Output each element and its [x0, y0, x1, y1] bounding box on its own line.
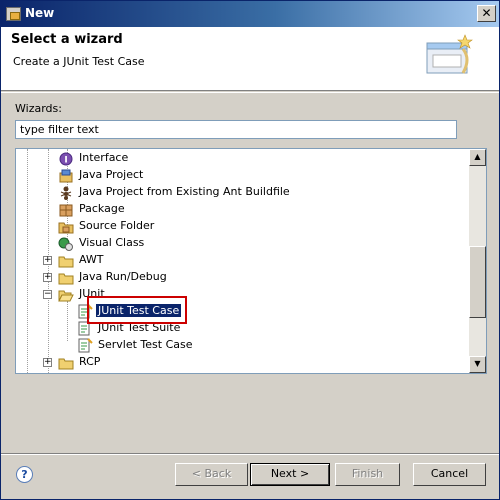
- tree-item-label: Servlet Test Case: [98, 338, 193, 351]
- java-project-icon: [59, 169, 73, 183]
- expand-icon[interactable]: +: [43, 358, 52, 367]
- tree-item-junit[interactable]: − JUnit: [16, 286, 468, 303]
- filter-input[interactable]: [15, 120, 457, 139]
- window-icon: [6, 7, 21, 21]
- tree-item-junit-test-case[interactable]: JUnit Test Case: [16, 303, 468, 320]
- expand-icon[interactable]: +: [43, 273, 52, 282]
- page-title: Select a wizard: [11, 32, 123, 47]
- tree-item-label: Package: [79, 202, 125, 215]
- tree-item-label: Interface: [79, 151, 129, 164]
- folder-icon: [58, 358, 74, 370]
- header-divider: [1, 92, 499, 93]
- vertical-scrollbar[interactable]: ▲ ▼: [469, 149, 486, 373]
- tree-item-java-project[interactable]: Java Project: [16, 167, 468, 184]
- svg-text:I: I: [64, 156, 67, 166]
- folder-icon: [58, 273, 74, 285]
- close-button[interactable]: ✕: [477, 5, 496, 22]
- footer-divider: [1, 453, 499, 455]
- tree-item-visual-class[interactable]: Visual Class: [16, 235, 468, 252]
- wizards-label: Wizards:: [15, 102, 62, 115]
- tree-item-label: Java Project from Existing Ant Buildfile: [79, 185, 290, 198]
- new-wizard-dialog: New ✕ Select a wizard Create a JUnit Tes…: [0, 0, 500, 500]
- selection-highlight-box: [87, 296, 187, 324]
- tree-item-junit-test-suite[interactable]: JUnit Test Suite: [16, 320, 468, 337]
- help-icon[interactable]: ?: [16, 466, 33, 483]
- tree-item-label: Visual Class: [79, 236, 145, 249]
- tree-item-label: RCP: [79, 355, 101, 368]
- package-icon: [59, 204, 73, 217]
- next-button[interactable]: Next >: [250, 463, 330, 486]
- collapse-icon[interactable]: −: [43, 290, 52, 299]
- tree-item-servlet-test-case[interactable]: Servlet Test Case: [16, 337, 468, 354]
- source-folder-icon: [58, 222, 74, 234]
- junit-test-icon: [78, 338, 93, 353]
- cancel-button[interactable]: Cancel: [413, 463, 486, 486]
- ant-icon: [60, 186, 72, 200]
- tree-item-label: AWT: [79, 253, 104, 266]
- tree-item-ant-project[interactable]: Java Project from Existing Ant Buildfile: [16, 184, 468, 201]
- interface-icon: I: [59, 152, 73, 166]
- title-bar[interactable]: New ✕: [1, 1, 499, 27]
- expand-icon[interactable]: +: [43, 256, 52, 265]
- wizard-tree[interactable]: I Interface Java Project Java Project fr…: [15, 148, 487, 374]
- wizard-banner-icon: [426, 34, 473, 74]
- folder-open-icon: [58, 290, 74, 302]
- tree-item-package[interactable]: Package: [16, 201, 468, 218]
- folder-icon: [58, 256, 74, 268]
- back-button[interactable]: < Back: [175, 463, 248, 486]
- tree-item-source-folder[interactable]: Source Folder: [16, 218, 468, 235]
- tree-item-java-run-debug[interactable]: + Java Run/Debug: [16, 269, 468, 286]
- scroll-up-button[interactable]: ▲: [469, 149, 486, 166]
- visual-class-icon: [58, 237, 73, 251]
- window-title: New: [25, 6, 55, 20]
- finish-button[interactable]: Finish: [335, 463, 400, 486]
- page-description: Create a JUnit Test Case: [13, 55, 145, 68]
- scroll-down-button[interactable]: ▼: [469, 356, 486, 373]
- wizard-header: Select a wizard Create a JUnit Test Case: [1, 27, 499, 91]
- tree-item-label: Java Run/Debug: [79, 270, 167, 283]
- tree-item-interface[interactable]: I Interface: [16, 150, 468, 167]
- tree-item-awt[interactable]: + AWT: [16, 252, 468, 269]
- tree-item-rcp[interactable]: + RCP: [16, 354, 468, 371]
- scroll-thumb[interactable]: [469, 246, 486, 318]
- tree-item-label: Source Folder: [79, 219, 155, 232]
- tree-item-label: Java Project: [79, 168, 144, 181]
